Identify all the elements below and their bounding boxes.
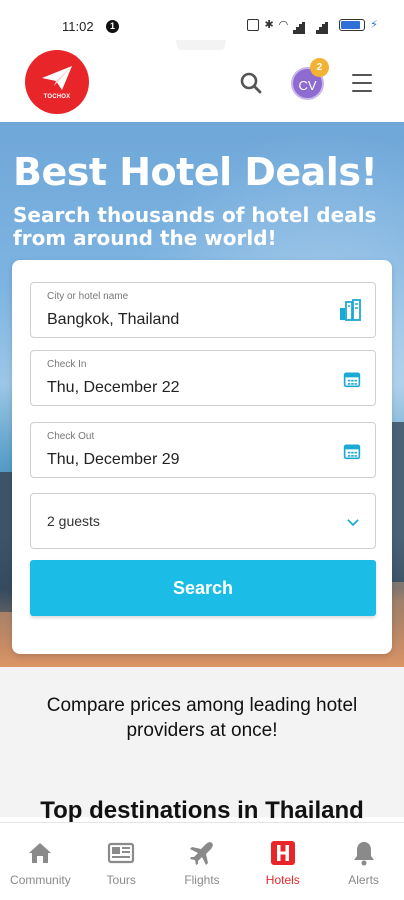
wifi-icon: ◠ bbox=[278, 18, 289, 31]
hero-section: Best Hotel Deals! Search thousands of ho… bbox=[0, 122, 404, 667]
city-field-label: City or hotel name bbox=[47, 291, 129, 302]
notification-count: 1 bbox=[106, 20, 119, 33]
compare-text: Compare prices among leading hotel provi… bbox=[46, 695, 358, 741]
chevron-down-icon bbox=[347, 519, 359, 527]
check-out-field[interactable]: Check Out Thu, December 29 bbox=[30, 422, 376, 478]
city-field[interactable]: City or hotel name Bangkok, Thailand bbox=[30, 282, 376, 338]
logo-text: TOCHOX bbox=[43, 94, 71, 100]
city-field-value: Bangkok, Thailand bbox=[47, 311, 180, 328]
check-out-label: Check Out bbox=[47, 431, 95, 442]
nav-label: Hotels bbox=[265, 873, 300, 887]
home-icon bbox=[26, 839, 54, 867]
hero-title: Best Hotel Deals! bbox=[13, 150, 378, 194]
check-out-value: Thu, December 29 bbox=[47, 451, 180, 468]
check-in-field[interactable]: Check In Thu, December 22 bbox=[30, 350, 376, 406]
nav-item-alerts[interactable]: Alerts bbox=[323, 823, 404, 900]
search-button[interactable] bbox=[238, 70, 264, 96]
hero-subtitle: Search thousands of hotel deals from aro… bbox=[13, 203, 377, 250]
compare-section: Compare prices among leading hotel provi… bbox=[0, 667, 404, 824]
search-icon bbox=[240, 72, 262, 94]
hotel-search-form: City or hotel name Bangkok, Thailand Che… bbox=[12, 260, 392, 654]
nav-label: Alerts bbox=[348, 873, 379, 887]
bottom-navigation: Community Tours Flights Hotels Alerts bbox=[0, 822, 404, 900]
calendar-icon bbox=[343, 444, 361, 460]
bell-icon bbox=[350, 839, 378, 867]
notification-badge: 2 bbox=[310, 58, 329, 77]
nav-item-hotels[interactable]: Hotels bbox=[242, 823, 323, 900]
nav-label: Flights bbox=[184, 873, 220, 887]
signal-2-icon bbox=[316, 19, 334, 34]
app-header: TOCHOX CV 2 bbox=[0, 50, 404, 122]
check-in-label: Check In bbox=[47, 359, 87, 370]
battery-icon bbox=[339, 18, 366, 31]
newspaper-icon bbox=[107, 839, 135, 867]
signal-icon bbox=[293, 19, 311, 34]
nav-item-tours[interactable]: Tours bbox=[81, 823, 162, 900]
check-in-value: Thu, December 22 bbox=[47, 379, 180, 396]
airplane-icon bbox=[188, 839, 216, 867]
guests-select[interactable]: 2 guests bbox=[30, 493, 376, 549]
guests-value: 2 guests bbox=[47, 513, 100, 529]
paper-plane-icon bbox=[42, 66, 72, 90]
hotel-icon bbox=[269, 839, 297, 867]
status-time: 11:02 bbox=[62, 19, 94, 34]
app-logo[interactable]: TOCHOX bbox=[25, 50, 89, 114]
charging-icon: ⚡ bbox=[370, 18, 378, 31]
bluetooth-icon: ✱ bbox=[264, 18, 274, 31]
search-button-submit[interactable]: Search bbox=[30, 560, 376, 616]
top-destinations-heading: Top destinations in Thailand bbox=[40, 797, 364, 824]
menu-button[interactable] bbox=[352, 74, 372, 92]
nav-label: Community bbox=[10, 873, 71, 887]
system-icons: ✱ ◠ ⚡ bbox=[247, 18, 378, 34]
menu-icon bbox=[352, 74, 372, 76]
city-buildings-icon bbox=[340, 299, 361, 321]
vibrate-icon bbox=[247, 18, 260, 31]
nav-item-flights[interactable]: Flights bbox=[162, 823, 243, 900]
nav-label: Tours bbox=[106, 873, 136, 887]
nav-item-community[interactable]: Community bbox=[0, 823, 81, 900]
calendar-icon bbox=[343, 372, 361, 388]
